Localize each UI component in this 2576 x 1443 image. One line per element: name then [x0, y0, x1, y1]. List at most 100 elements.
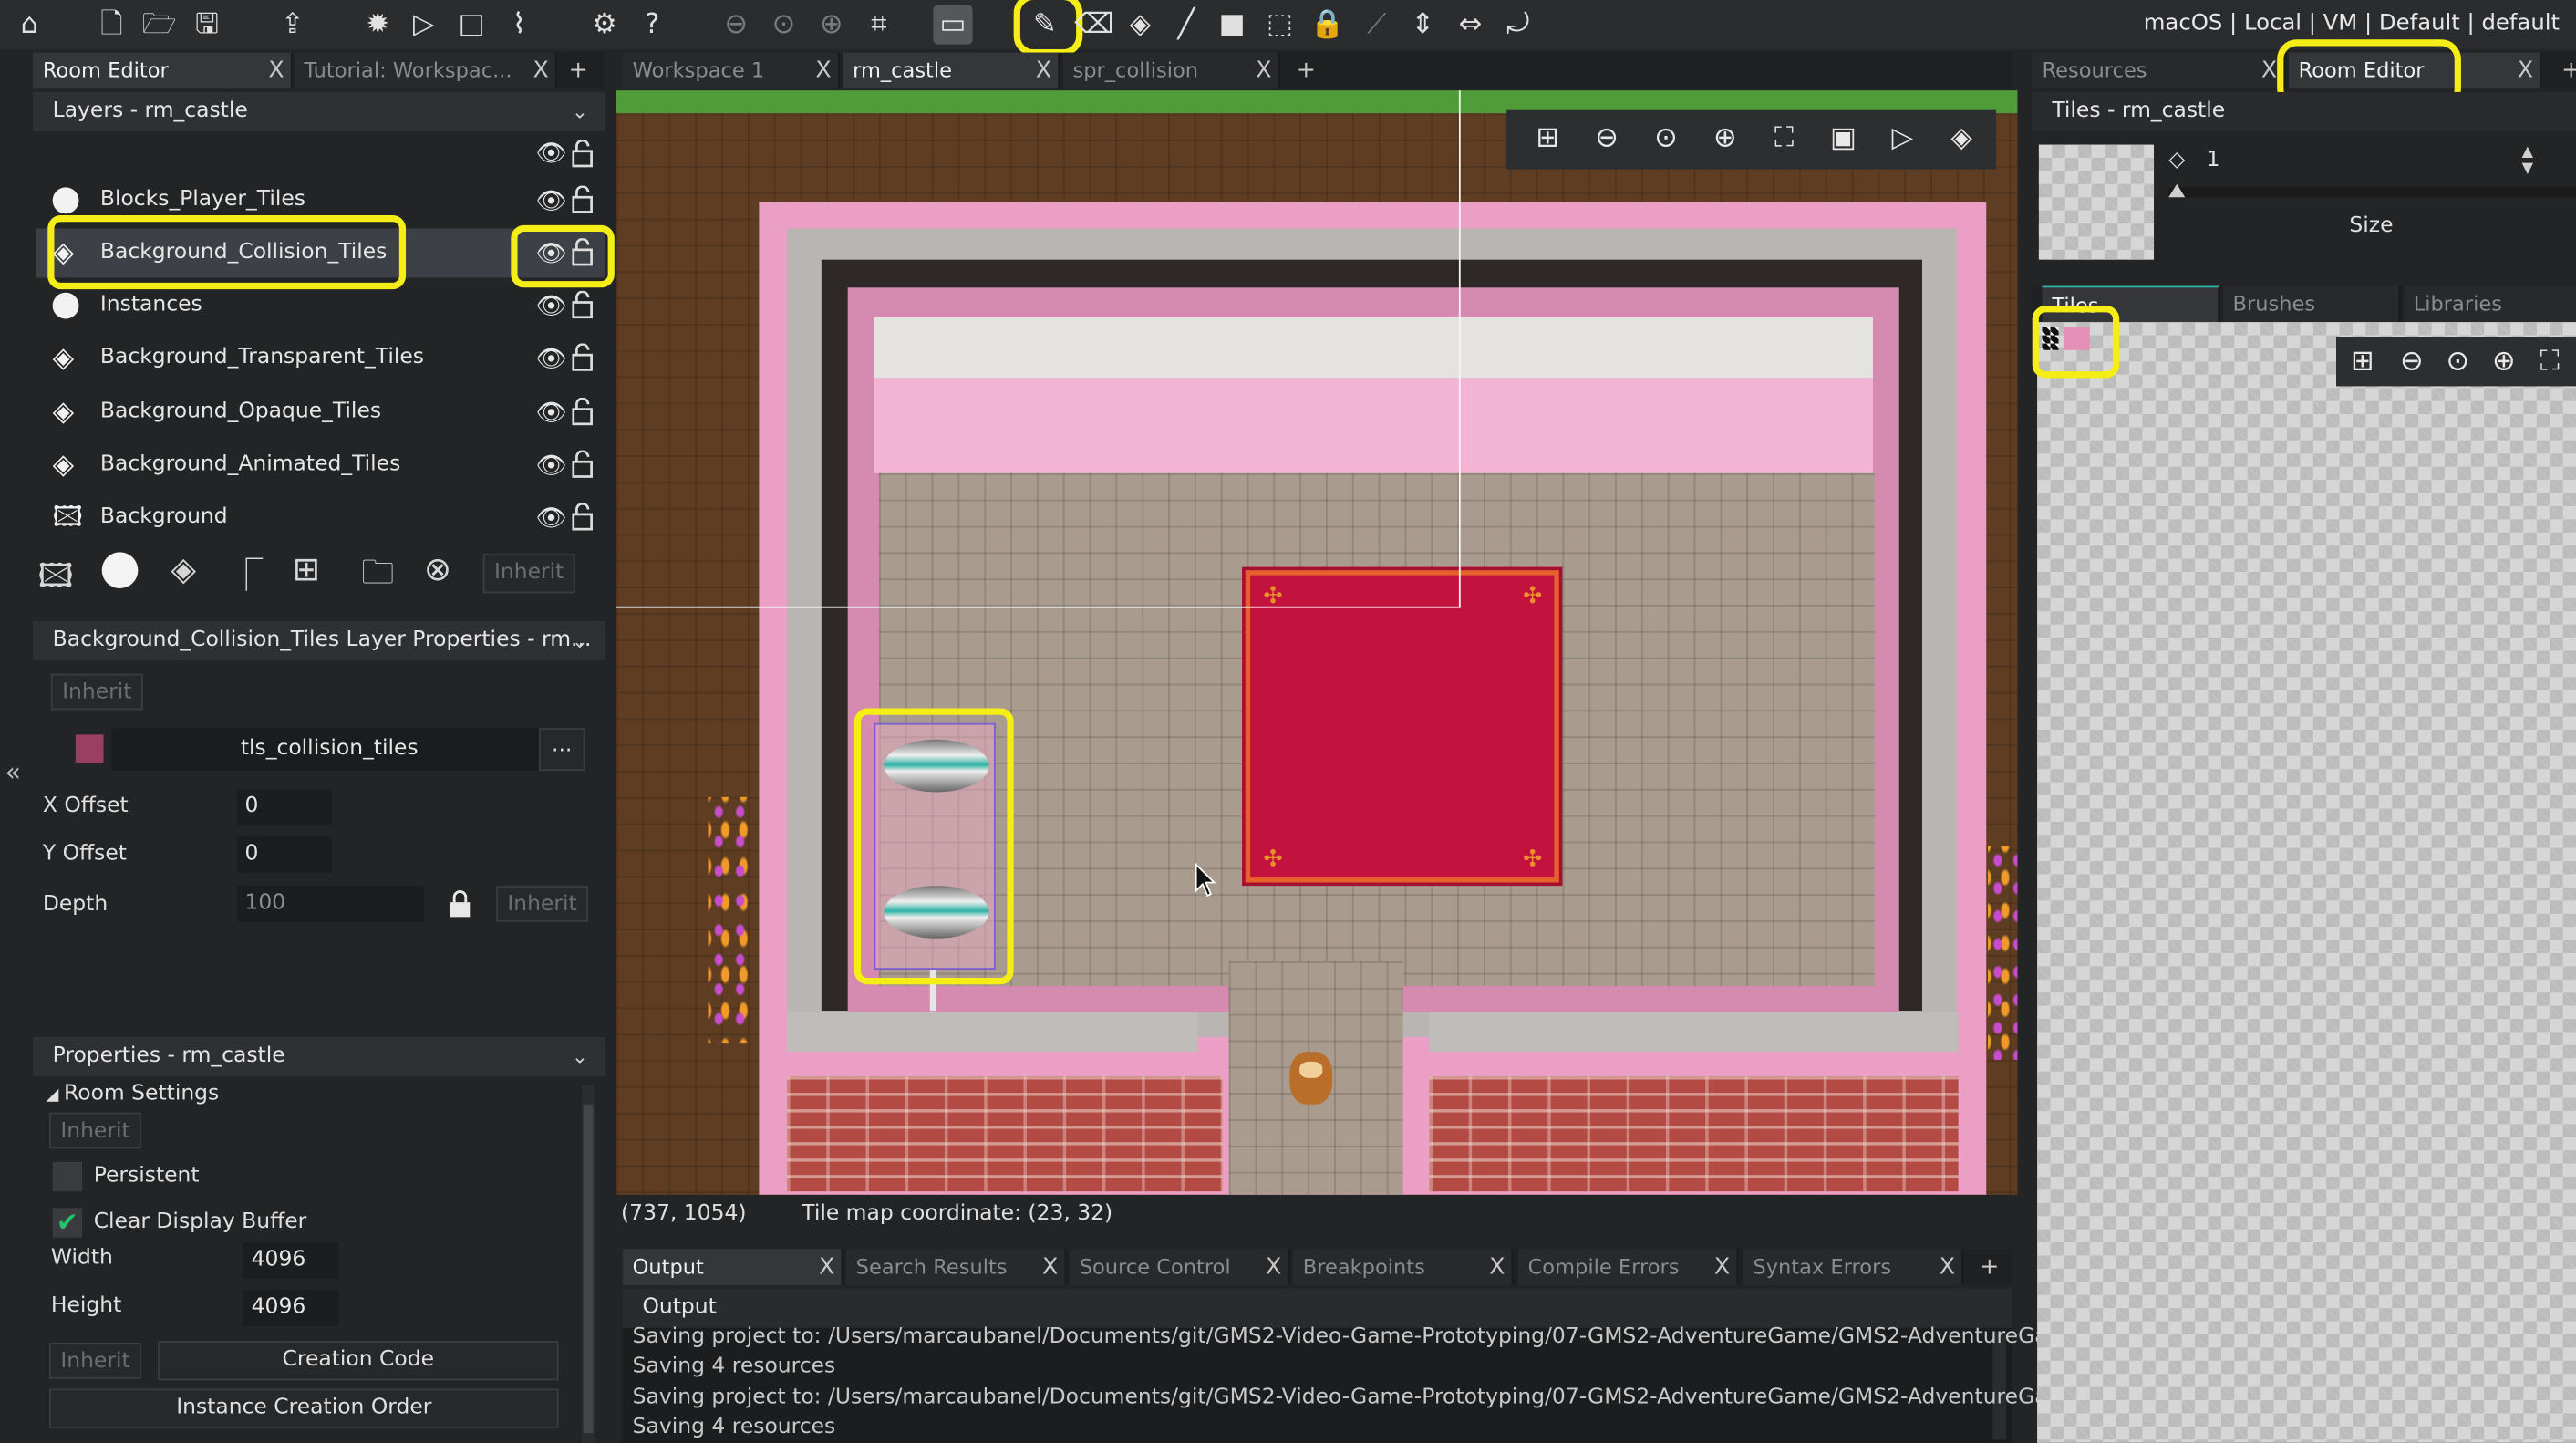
chevron-down-icon[interactable]: ⌄: [572, 1037, 588, 1076]
home-icon[interactable]: ⌂: [10, 5, 49, 44]
height-input[interactable]: 4096: [243, 1290, 339, 1326]
close-icon[interactable]: X: [1036, 53, 1051, 89]
tab-rm-castle[interactable]: rm_castle X: [843, 52, 1060, 89]
collapse-left-icon[interactable]: «: [5, 756, 21, 787]
add-path-layer-icon[interactable]: ⎾: [230, 549, 263, 597]
inherit-button[interactable]: Inherit: [49, 1342, 141, 1379]
tab-compile-errors[interactable]: Compile Errors X: [1517, 1249, 1739, 1285]
build-target-selector[interactable]: macOS | Local | VM | Default | default: [2144, 10, 2560, 36]
tab-workspace-1[interactable]: Workspace 1 X: [622, 52, 840, 89]
brush-size-input[interactable]: 1: [2198, 142, 2544, 180]
play-icon[interactable]: ▷: [1875, 110, 1930, 166]
select-icon[interactable]: ⬚: [1260, 5, 1299, 44]
eye-icon[interactable]: 👁: [535, 281, 566, 330]
close-icon[interactable]: X: [1256, 53, 1271, 89]
close-icon[interactable]: X: [1042, 1249, 1058, 1285]
lock-icon[interactable]: [572, 185, 593, 214]
add-instance-layer-icon[interactable]: [101, 552, 139, 589]
chevron-down-icon[interactable]: ⌄: [572, 621, 588, 660]
scrollbar-thumb[interactable]: [583, 1104, 594, 1434]
add-asset-layer-icon[interactable]: ⊞: [293, 549, 320, 588]
y-offset-input[interactable]: 0: [236, 836, 332, 873]
close-icon[interactable]: X: [815, 53, 831, 89]
creation-code-button[interactable]: Creation Code: [157, 1341, 559, 1381]
rotate-icon[interactable]: ⤾: [1498, 5, 1537, 44]
depth-inherit-button[interactable]: Inherit: [496, 886, 589, 922]
room-view-icon[interactable]: ▭: [933, 5, 973, 45]
lock-icon[interactable]: [572, 140, 593, 168]
tileset-canvas[interactable]: [2037, 322, 2576, 1443]
layer-row-background-animated-tiles[interactable]: ◈ Background_Animated_Tiles 👁: [36, 441, 605, 490]
close-icon[interactable]: X: [1940, 1249, 1955, 1285]
eye-icon[interactable]: 👁: [535, 334, 566, 383]
grid-toggle-icon[interactable]: ⊞: [2340, 334, 2385, 389]
eye-icon[interactable]: 👁: [535, 138, 566, 167]
lock-icon[interactable]: [572, 343, 593, 372]
add-tab-icon[interactable]: +: [2555, 53, 2576, 89]
line-icon[interactable]: ╱: [1166, 5, 1205, 44]
tab-source-control[interactable]: Source Control X: [1069, 1249, 1290, 1285]
eraser-icon[interactable]: ⌫: [1074, 5, 1113, 44]
tab-search-results[interactable]: Search Results X: [845, 1249, 1067, 1285]
tab-breakpoints[interactable]: Breakpoints X: [1292, 1249, 1514, 1285]
eye-icon[interactable]: 👁: [535, 441, 566, 490]
lock-icon[interactable]: [572, 398, 593, 426]
width-input[interactable]: 4096: [243, 1242, 339, 1279]
flip-icon[interactable]: ⇕: [1403, 5, 1443, 44]
zoom-out-icon[interactable]: ⊖: [2389, 334, 2435, 389]
slider-handle[interactable]: [2168, 183, 2186, 198]
save-icon[interactable]: 🖫: [187, 5, 226, 44]
properties-scrollbar[interactable]: [581, 1085, 595, 1443]
fit-view-icon[interactable]: ⛶: [2527, 334, 2572, 389]
grid-snap-icon[interactable]: ⌗: [859, 5, 898, 44]
grid-toggle-icon[interactable]: ⊞: [1520, 110, 1576, 166]
zoom-in-icon[interactable]: ⊕: [1697, 110, 1753, 166]
mirror-icon[interactable]: ⇔: [1451, 5, 1490, 44]
layer-row-background[interactable]: 🖾 Background 👁: [36, 493, 605, 543]
clean-icon[interactable]: ⌇: [500, 5, 539, 44]
inherit-button[interactable]: Inherit: [49, 1112, 141, 1149]
layer-row-background-opaque-tiles[interactable]: ◈ Background_Opaque_Tiles 👁: [36, 388, 605, 437]
rectangle-icon[interactable]: ■: [1213, 5, 1252, 44]
lock-icon[interactable]: [449, 889, 471, 919]
instance-creation-order-button[interactable]: Instance Creation Order: [49, 1388, 559, 1428]
room-canvas[interactable]: ✣ ✣ ✣ ✣ ⊞ ⊖ ⊙ ⊕ ⛶ ▣ ▷ ◈: [616, 90, 2018, 1195]
tab-libraries[interactable]: Libraries: [2403, 285, 2576, 323]
close-icon[interactable]: X: [2261, 53, 2277, 89]
add-tab-icon[interactable]: +: [562, 53, 595, 89]
create-executable-icon[interactable]: ⇪: [273, 5, 312, 44]
preferences-icon[interactable]: ⚙: [585, 5, 624, 44]
stop-icon[interactable]: □: [451, 5, 491, 44]
add-background-layer-icon[interactable]: 🖾: [37, 552, 73, 607]
picker-icon[interactable]: ⟋: [1357, 5, 1396, 44]
tab-resources[interactable]: Resources X: [2032, 52, 2286, 89]
lock-icon[interactable]: [572, 290, 593, 319]
add-folder-icon[interactable]: 🗀: [361, 549, 394, 605]
persistent-checkbox[interactable]: [52, 1161, 83, 1192]
add-tile-layer-icon[interactable]: ◈: [171, 549, 196, 588]
zoom-reset-icon[interactable]: ⊙: [2435, 334, 2480, 389]
x-offset-input[interactable]: 0: [236, 788, 332, 825]
eye-icon[interactable]: 👁: [535, 493, 566, 543]
close-icon[interactable]: X: [1266, 1249, 1281, 1285]
chevron-down-icon[interactable]: ⌄: [572, 92, 588, 131]
tab-brushes[interactable]: Brushes: [2222, 285, 2401, 323]
tileset-color-swatch[interactable]: [75, 734, 104, 763]
tileset-field[interactable]: tls_collision_tiles: [111, 728, 539, 771]
inherit-button[interactable]: Inherit: [50, 673, 143, 711]
depth-input[interactable]: 100: [236, 886, 424, 922]
zoom-reset-icon[interactable]: ⊙: [1638, 110, 1693, 166]
layer-visibility-icon[interactable]: ◈: [1934, 110, 1990, 166]
tab-output[interactable]: Output X: [622, 1249, 843, 1285]
zoom-in-icon[interactable]: ⊕: [2481, 334, 2527, 389]
inherit-button[interactable]: Inherit: [482, 554, 575, 594]
debug-icon[interactable]: ✹: [358, 5, 398, 44]
eye-icon[interactable]: 👁: [535, 388, 566, 437]
close-icon[interactable]: X: [268, 53, 284, 89]
layer-properties-header[interactable]: Background_Collision_Tiles Layer Propert…: [33, 621, 605, 661]
fill-icon[interactable]: ◈: [1121, 5, 1160, 44]
layers-header[interactable]: Layers - rm_castle ⌄: [33, 91, 605, 132]
fit-view-icon[interactable]: ⛶: [1756, 110, 1812, 166]
add-tab-icon[interactable]: +: [1973, 1249, 2006, 1285]
close-icon[interactable]: X: [533, 53, 548, 89]
